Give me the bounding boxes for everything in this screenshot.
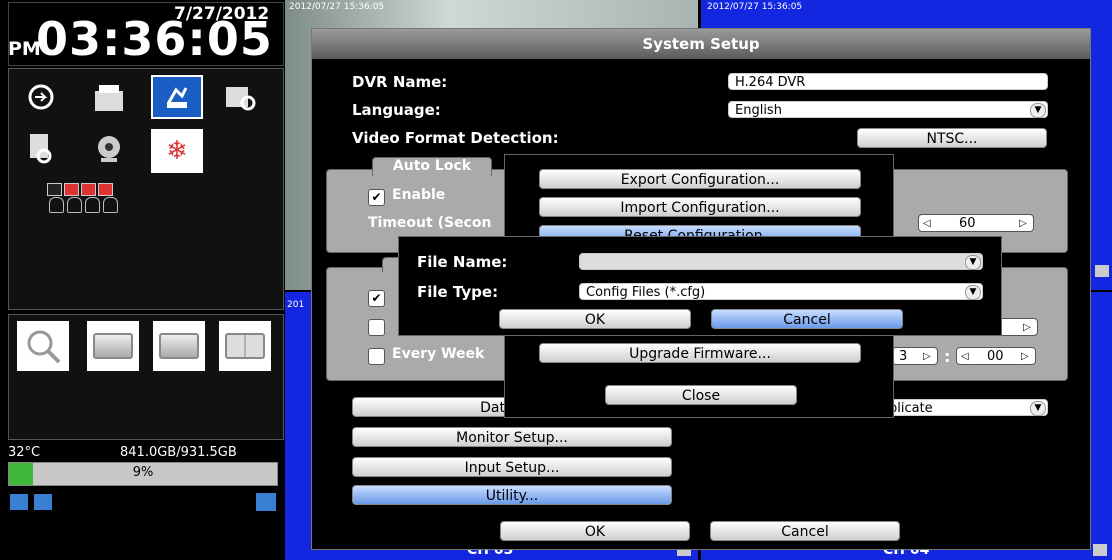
monitor-setup-button[interactable]: Monitor Setup...	[352, 427, 672, 447]
file-name-select[interactable]: ▼	[579, 253, 983, 270]
network-icon	[10, 494, 28, 510]
channel-2-osd: 2012/07/27 15:36:05	[707, 2, 803, 12]
close-button[interactable]: Close	[605, 385, 797, 405]
menu-icon-panel: ❄	[8, 68, 284, 310]
camera-icon[interactable]	[85, 129, 133, 169]
channel-status-icon	[47, 183, 62, 196]
layout-pip-icon[interactable]	[87, 321, 139, 371]
chevron-down-icon: ▼	[1030, 103, 1046, 118]
timeout-value: 60	[959, 216, 976, 231]
increment-icon[interactable]: ▷	[1021, 348, 1029, 366]
disk-percent-label: 9%	[132, 465, 154, 480]
every-week-label: Every Week	[392, 346, 485, 362]
video-format-label: Video Format Detection:	[352, 129, 559, 147]
playback-icon[interactable]	[17, 77, 65, 117]
channel-1-osd: 2012/07/27 15:36:05	[289, 2, 385, 12]
schedule-checkbox-1[interactable]: ✔	[368, 290, 385, 307]
minute-value: 00	[987, 349, 1004, 364]
clock-time: 03:36:05	[36, 12, 273, 66]
file-folder-icon[interactable]	[85, 77, 133, 117]
duplicate-value: plicate	[889, 401, 933, 416]
every-week-checkbox[interactable]	[368, 348, 385, 365]
increment-icon[interactable]: ▷	[1019, 215, 1027, 233]
enable-label: Enable	[392, 187, 446, 203]
minute-spinner[interactable]: ◁ 00 ▷	[956, 347, 1036, 365]
log-search-icon[interactable]	[17, 129, 65, 169]
decrement-icon[interactable]: ◁	[923, 215, 931, 233]
chevron-down-icon: ▼	[965, 255, 981, 270]
user-icon[interactable]	[256, 493, 276, 511]
cancel-button[interactable]: Cancel	[710, 521, 900, 541]
file-type-label: File Type:	[417, 283, 499, 301]
hour-value: 3	[899, 349, 908, 364]
increment-icon[interactable]: ▷	[1023, 319, 1031, 337]
chevron-down-icon: ▼	[965, 285, 981, 300]
duplicate-select[interactable]: plicate ▼	[882, 399, 1048, 416]
file-cancel-button[interactable]: Cancel	[711, 309, 903, 329]
schedule-search-icon[interactable]	[217, 77, 265, 117]
channel-3-osd: 201	[287, 300, 305, 310]
timeout-spinner[interactable]: ◁ 60 ▷	[918, 214, 1034, 232]
disk-progress-bar: 9%	[8, 462, 278, 486]
language-value: English	[735, 103, 782, 118]
layout-quad-icon[interactable]	[219, 321, 271, 371]
utility-button[interactable]: Utility...	[352, 485, 672, 505]
timeout-label: Timeout (Secon	[368, 215, 492, 231]
language-label: Language:	[352, 101, 441, 119]
status-panel: 7/27/2012 PM 03:36:05 ❄ 32°C 841.0GB/931…	[0, 0, 285, 560]
language-select[interactable]: English ▼	[728, 101, 1048, 118]
hour-spinner[interactable]: 3 ▷	[892, 347, 938, 365]
file-ok-button[interactable]: OK	[499, 309, 691, 329]
import-config-button[interactable]: Import Configuration...	[539, 197, 861, 217]
schedule-checkbox-2[interactable]	[368, 319, 385, 336]
zoom-search-icon[interactable]	[17, 321, 69, 371]
time-separator: :	[944, 347, 951, 366]
input-setup-button[interactable]: Input Setup...	[352, 457, 672, 477]
video-format-button[interactable]: NTSC...	[857, 128, 1047, 148]
alarm-icon	[49, 197, 64, 213]
speaker-icon	[1095, 265, 1109, 277]
file-dialog: File Name: ▼ File Type: Config Files (*.…	[398, 236, 1002, 336]
export-config-button[interactable]: Export Configuration...	[539, 169, 861, 189]
speaker-icon	[1093, 544, 1107, 556]
file-type-value: Config Files (*.cfg)	[586, 285, 706, 300]
temperature: 32°C	[8, 445, 41, 460]
alarm-icon	[67, 197, 82, 213]
upgrade-firmware-button[interactable]: Upgrade Firmware...	[539, 343, 861, 363]
dvr-name-field[interactable]: H.264 DVR	[728, 73, 1048, 90]
freeze-snowflake-icon[interactable]: ❄	[151, 129, 203, 173]
file-name-label: File Name:	[417, 253, 508, 271]
increment-icon[interactable]: ▷	[923, 348, 931, 366]
channel-status-icon	[98, 183, 113, 196]
layout-panel	[8, 314, 284, 440]
decrement-icon[interactable]: ◁	[961, 348, 969, 366]
dvr-name-label: DVR Name:	[352, 73, 448, 91]
file-type-select[interactable]: Config Files (*.cfg) ▼	[579, 283, 983, 300]
ok-button[interactable]: OK	[500, 521, 690, 541]
alarm-icon	[85, 197, 100, 213]
enable-checkbox[interactable]: ✔	[368, 189, 385, 206]
disk-usage: 841.0GB/931.5GB	[120, 445, 237, 460]
usb-icon	[34, 494, 52, 510]
alarm-status-icons	[49, 197, 121, 217]
channel-status-icon	[81, 183, 96, 196]
dialog-title: System Setup	[312, 29, 1090, 59]
chevron-down-icon: ▼	[1030, 401, 1046, 416]
alarm-icon	[103, 197, 118, 213]
channel-status-icon	[64, 183, 79, 196]
layout-single-icon[interactable]	[153, 321, 205, 371]
auto-lock-title: Auto Lock	[372, 157, 492, 176]
setup-hand-icon[interactable]	[151, 75, 203, 119]
